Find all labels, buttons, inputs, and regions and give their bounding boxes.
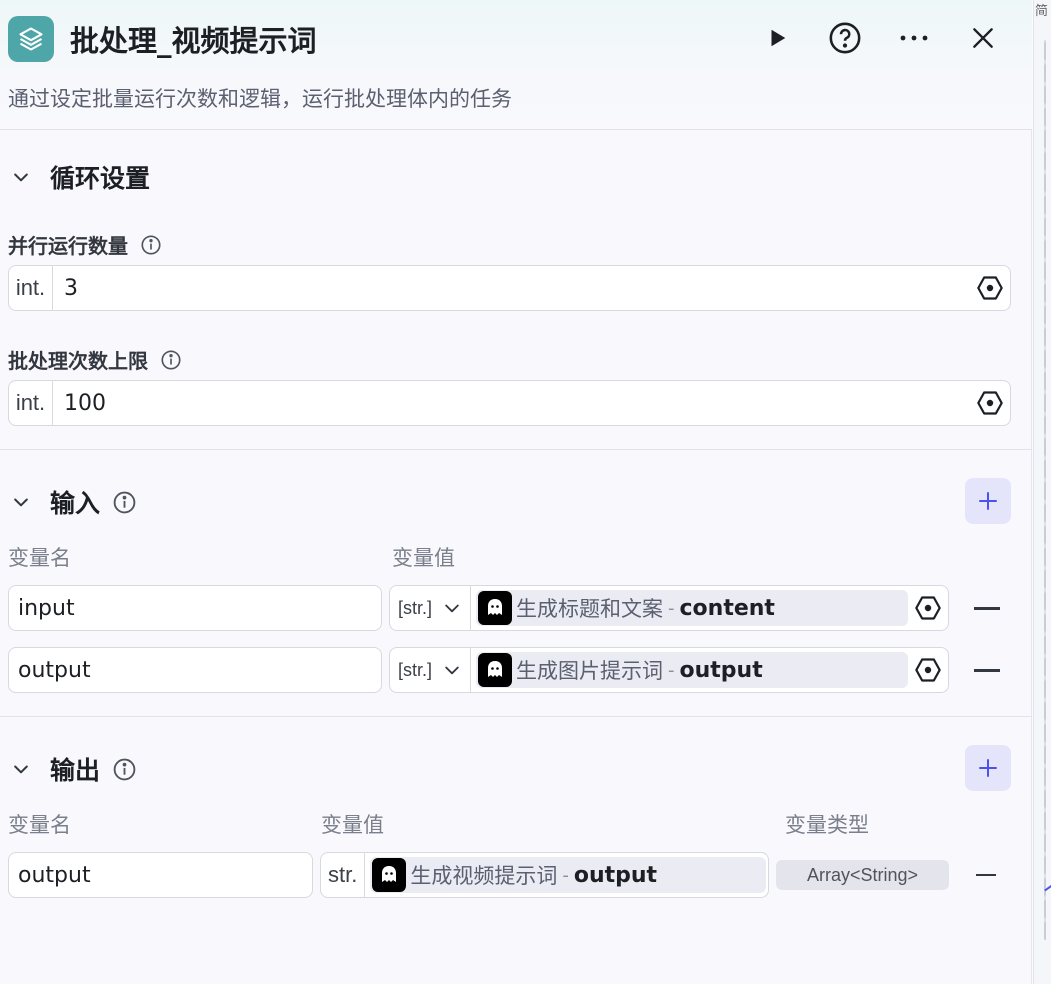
chevron-down-icon[interactable]: [10, 758, 32, 780]
add-input-button[interactable]: [965, 478, 1011, 524]
run-button[interactable]: [757, 18, 797, 58]
output-var-value[interactable]: str. 生成视频提示词 - output: [320, 852, 769, 898]
chevron-down-icon[interactable]: [10, 491, 32, 513]
info-icon[interactable]: [140, 234, 162, 256]
reference-separator: -: [668, 659, 675, 681]
column-header-value: 变量值: [321, 813, 384, 837]
output-var-name[interactable]: output: [8, 852, 313, 898]
parallel-count-value[interactable]: 3: [53, 276, 970, 301]
column-header-type: 变量类型: [785, 813, 869, 837]
divider: [0, 716, 1032, 717]
page-title[interactable]: 批处理_视频提示词: [70, 18, 317, 60]
type-selector[interactable]: [str.]: [390, 648, 472, 692]
plus-icon: [979, 492, 997, 510]
remove-input-button[interactable]: [974, 669, 1000, 672]
chevron-down-icon: [445, 604, 459, 613]
column-header-name: 变量名: [8, 546, 71, 570]
more-icon: [900, 35, 928, 41]
chevron-down-icon: [445, 666, 459, 675]
add-output-button[interactable]: [965, 745, 1011, 791]
inputs-header[interactable]: 输入: [10, 484, 137, 520]
help-icon: [829, 22, 861, 54]
parallel-count-input[interactable]: int. 3: [8, 265, 1011, 311]
reference-node-name: 生成标题和文案: [516, 597, 664, 621]
input-var-name[interactable]: input: [8, 585, 382, 631]
reference-separator: -: [668, 597, 675, 619]
remove-input-button[interactable]: [974, 607, 1000, 610]
type-tag: [str.]: [398, 659, 433, 680]
section-title: 循环设置: [50, 164, 151, 193]
plus-icon: [979, 759, 997, 777]
hexagon-icon[interactable]: [970, 383, 1010, 423]
play-icon: [771, 29, 786, 47]
canvas-dots: [1044, 40, 1046, 940]
strip-label: 简: [1035, 4, 1049, 19]
section-title: 输入: [50, 489, 101, 518]
field-label-text: 批处理次数上限: [8, 349, 148, 373]
column-header-value: 变量值: [392, 546, 455, 570]
bot-icon: [372, 858, 407, 892]
hexagon-icon[interactable]: [908, 650, 948, 690]
outputs-header[interactable]: 输出: [10, 751, 137, 787]
type-tag: int.: [9, 381, 53, 425]
close-button[interactable]: [963, 18, 1003, 58]
connection-line: [1033, 864, 1051, 892]
reference-node-name: 生成视频提示词: [410, 864, 558, 888]
input-var-value[interactable]: [str.] 生成标题和文案 - content: [389, 585, 949, 631]
variable-reference[interactable]: 生成视频提示词 - output: [370, 857, 767, 893]
reference-separator: -: [562, 864, 569, 886]
bot-icon: [478, 591, 513, 625]
remove-output-button[interactable]: [976, 874, 996, 876]
reference-var-name: output: [573, 862, 658, 888]
close-icon: [973, 28, 993, 48]
batch-limit-value[interactable]: 100: [53, 391, 970, 416]
panel-header: 批处理_视频提示词 通过设定批量运行次数和逻辑，运行批处理体内的任务: [0, 0, 1032, 130]
info-icon[interactable]: [112, 490, 137, 515]
info-icon[interactable]: [112, 757, 137, 782]
parallel-label: 并行运行数量: [8, 230, 162, 259]
reference-var-name: content: [679, 595, 775, 621]
chevron-down-icon[interactable]: [10, 166, 32, 188]
more-button[interactable]: [894, 18, 934, 58]
help-button[interactable]: [825, 18, 865, 58]
divider: [0, 449, 1032, 450]
section-title: 输出: [50, 756, 101, 785]
bot-icon: [478, 653, 513, 687]
variable-reference[interactable]: 生成图片提示词 - output: [476, 652, 909, 688]
limit-label: 批处理次数上限: [8, 345, 182, 374]
reference-node-name: 生成图片提示词: [516, 659, 664, 683]
input-var-name[interactable]: output: [8, 647, 382, 693]
batch-limit-input[interactable]: int. 100: [8, 380, 1011, 426]
batch-node-panel: 批处理_视频提示词 通过设定批量运行次数和逻辑，运行批处理体内的任务 循环设置 …: [0, 0, 1032, 984]
type-selector[interactable]: [str.]: [390, 586, 472, 630]
output-type-badge: Array<String>: [776, 860, 949, 890]
canvas-edge: 简: [1033, 0, 1051, 984]
layers-icon: [8, 16, 54, 62]
column-header-name: 变量名: [8, 813, 71, 837]
type-tag: int.: [9, 266, 53, 310]
input-var-value[interactable]: [str.] 生成图片提示词 - output: [389, 647, 949, 693]
type-tag: [str.]: [398, 597, 433, 618]
reference-var-name: output: [679, 657, 763, 683]
info-icon[interactable]: [160, 349, 182, 371]
field-label-text: 并行运行数量: [8, 234, 128, 258]
variable-reference[interactable]: 生成标题和文案 - content: [476, 590, 909, 626]
hexagon-icon[interactable]: [908, 588, 948, 628]
type-tag: str.: [321, 853, 366, 897]
hexagon-icon[interactable]: [970, 268, 1010, 308]
loop-settings-header[interactable]: 循环设置: [10, 159, 150, 195]
node-description: 通过设定批量运行次数和逻辑，运行批处理体内的任务: [8, 87, 512, 111]
